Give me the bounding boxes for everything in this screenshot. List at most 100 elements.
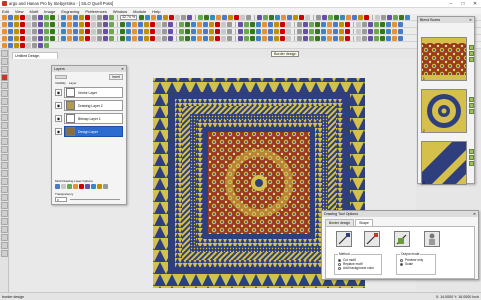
toolbar-tool-icon[interactable] — [381, 14, 387, 20]
eye-icon[interactable]: ◉ — [55, 102, 62, 109]
toolbar-tool-icon[interactable] — [32, 21, 37, 27]
toolbar-tool-icon[interactable] — [250, 21, 255, 27]
toolbar-tool-icon[interactable] — [8, 28, 13, 34]
toolbar-tool-icon[interactable] — [340, 14, 346, 20]
radio-icon[interactable] — [400, 258, 403, 262]
toolbar-tool-icon[interactable] — [333, 35, 338, 41]
close-button[interactable]: ✕ — [469, 0, 481, 8]
toolbar-tool-icon[interactable] — [303, 35, 308, 41]
toolbar-tool-icon[interactable] — [303, 28, 308, 34]
toolbar-tool-icon[interactable] — [32, 14, 37, 20]
toolbar-tool-icon[interactable] — [32, 28, 37, 34]
toolbar-tool-icon[interactable] — [67, 28, 72, 34]
toolbar-tool-icon[interactable] — [322, 14, 328, 20]
radio-icon[interactable] — [338, 266, 341, 270]
toolbar-tool-icon[interactable] — [191, 28, 196, 34]
blend-side-buttons[interactable] — [469, 149, 474, 167]
layer-option-icon[interactable] — [73, 184, 78, 189]
toolbar-tool-icon[interactable] — [393, 14, 399, 20]
layer-option-icon[interactable] — [67, 184, 72, 189]
toolbar-tool-icon[interactable] — [268, 35, 273, 41]
toolbar-tool-icon[interactable] — [315, 28, 320, 34]
toolbar-tool-icon[interactable] — [8, 21, 13, 27]
toolbox-tool-icon[interactable] — [1, 242, 8, 249]
toolbar-tool-icon[interactable] — [405, 14, 411, 20]
toolbar-tool-icon[interactable] — [386, 28, 391, 34]
toolbar-tool-icon[interactable] — [120, 28, 125, 34]
toolbar-tool-icon[interactable] — [339, 21, 344, 27]
layer-row[interactable]: ◉ Vector Layer — [55, 87, 123, 98]
layer-option-icon[interactable] — [79, 184, 84, 189]
toolbar-tool-icon[interactable] — [185, 28, 190, 34]
menu-image[interactable]: Image — [44, 9, 55, 14]
layer-box-selected[interactable]: Design Layer — [64, 126, 123, 137]
toolbar-tool-icon[interactable] — [185, 21, 190, 27]
toolbar-tool-icon[interactable] — [97, 28, 102, 34]
toolbox-tool-icon[interactable] — [1, 194, 8, 201]
toolbar-tool-icon[interactable] — [263, 14, 269, 20]
eye-icon[interactable]: ◉ — [55, 115, 62, 122]
dto-title-bar[interactable]: Drawing Tool Options ✕ — [322, 211, 478, 217]
toolbar-tool-icon[interactable] — [321, 21, 326, 27]
radio-icon[interactable] — [338, 262, 341, 266]
toolbar-tool-icon[interactable] — [85, 35, 90, 41]
toolbar-tool-icon[interactable] — [362, 28, 367, 34]
toolbar-tool-icon[interactable] — [234, 14, 240, 20]
toolbar-tool-icon[interactable] — [156, 35, 161, 41]
toolbar-tool-icon[interactable] — [333, 28, 338, 34]
toolbar-tool-icon[interactable] — [197, 21, 202, 27]
toolbar-tool-icon[interactable] — [103, 14, 108, 20]
toolbar-tool-icon[interactable] — [126, 21, 131, 27]
toolbar-tool-icon[interactable] — [85, 28, 90, 34]
toolbar-tool-icon[interactable] — [204, 14, 210, 20]
toolbar-tool-icon[interactable] — [399, 14, 405, 20]
toolbar-tool-icon[interactable] — [132, 28, 137, 34]
toolbar-tool-icon[interactable] — [268, 28, 273, 34]
toolbar-tool-icon[interactable] — [274, 35, 279, 41]
toolbar-tool-icon[interactable] — [362, 21, 367, 27]
toolbox-tool-icon[interactable] — [1, 234, 8, 241]
toolbar-tool-icon[interactable] — [227, 21, 232, 27]
toolbar-tool-icon[interactable] — [44, 42, 49, 48]
toolbar-tool-icon[interactable] — [327, 35, 332, 41]
toolbox-tool-icon[interactable] — [1, 130, 8, 137]
toolbar-tool-icon[interactable] — [26, 28, 31, 34]
toolbar-tool-icon[interactable] — [79, 28, 84, 34]
toolbar-tool-icon[interactable] — [26, 42, 31, 48]
toolbar-tool-icon[interactable] — [293, 14, 299, 20]
toolbar-tool-icon[interactable] — [374, 21, 379, 27]
toolbar-tool-icon[interactable] — [364, 14, 370, 20]
toolbar-tool-icon[interactable] — [168, 28, 173, 34]
toolbar-tool-icon[interactable] — [328, 14, 334, 20]
toolbar-tool-icon[interactable] — [138, 21, 143, 27]
toolbar-tool-icon[interactable] — [179, 28, 184, 34]
toolbar-tool-icon[interactable] — [309, 21, 314, 27]
toolbar-tool-icon[interactable] — [162, 35, 167, 41]
toolbar-tool-icon[interactable] — [168, 21, 173, 27]
tab-shape[interactable]: Shape — [355, 219, 373, 226]
toolbar-tool-icon[interactable] — [286, 35, 291, 41]
toolbar-tool-icon[interactable] — [368, 21, 373, 27]
toolbox-tool-icon[interactable] — [1, 250, 8, 257]
toolbar-tool-icon[interactable] — [67, 35, 72, 41]
toolbar-tool-icon[interactable] — [203, 28, 208, 34]
toolbar-tool-icon[interactable] — [244, 21, 249, 27]
toolbar-tool-icon[interactable] — [79, 21, 84, 27]
toolbar-tool-icon[interactable] — [73, 35, 78, 41]
toolbar-tool-icon[interactable] — [398, 21, 403, 27]
toolbox-tool-icon[interactable] — [1, 58, 8, 65]
menu-view[interactable]: View — [15, 9, 24, 14]
toolbar-tool-icon[interactable] — [368, 35, 373, 41]
toolbar-tool-icon[interactable] — [50, 28, 55, 34]
layer-option-icon[interactable] — [97, 184, 102, 189]
toolbar-tool-icon[interactable] — [120, 21, 125, 27]
toolbar-tool-icon[interactable] — [185, 35, 190, 41]
toolbar-tool-icon[interactable] — [44, 35, 49, 41]
toolbar-tool-icon[interactable] — [215, 28, 220, 34]
toolbar-tool-icon[interactable] — [221, 21, 226, 27]
toolbar-tool-icon[interactable] — [91, 28, 96, 34]
menu-module[interactable]: Module — [133, 9, 146, 14]
toolbar-tool-icon[interactable] — [67, 21, 72, 27]
toolbar-tool-icon[interactable] — [197, 35, 202, 41]
toolbar-tool-icon[interactable] — [380, 35, 385, 41]
